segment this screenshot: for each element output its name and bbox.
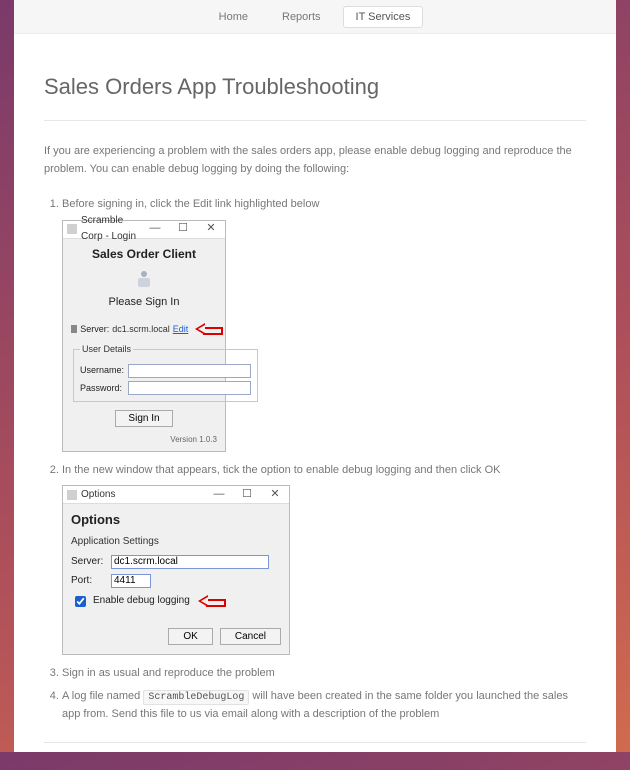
password-label: Password: — [80, 381, 124, 395]
login-body: Sales Order Client Please Sign In Server… — [63, 239, 225, 451]
options-server-label: Server: — [71, 554, 107, 570]
ok-button[interactable]: OK — [168, 628, 212, 645]
username-label: Username: — [80, 363, 124, 377]
close-icon[interactable]: ✕ — [261, 486, 289, 504]
step-1-text: Before signing in, click the Edit link h… — [62, 198, 319, 210]
login-app-title: Sales Order Client — [71, 245, 217, 264]
avatar-icon — [133, 268, 155, 290]
server-value: dc1.scrm.local — [112, 322, 170, 336]
options-port-label: Port: — [71, 573, 107, 589]
version-text: Version 1.0.3 — [71, 434, 217, 447]
page-title: Sales Orders App Troubleshooting — [44, 74, 586, 100]
page: Home Reports IT Services Sales Orders Ap… — [14, 0, 616, 752]
edit-link[interactable]: Edit — [173, 322, 189, 336]
minimize-icon[interactable]: — — [141, 220, 169, 238]
nav-home[interactable]: Home — [207, 7, 260, 27]
bottom-divider — [44, 742, 586, 743]
options-heading: Options — [71, 510, 281, 531]
step-1: Before signing in, click the Edit link h… — [62, 196, 586, 451]
password-field[interactable] — [128, 381, 251, 395]
options-window: Options — ☐ ✕ Options Application Settin… — [62, 485, 290, 654]
enable-debug-label: Enable debug logging — [93, 593, 190, 609]
options-subheading: Application Settings — [71, 534, 281, 550]
options-port-field[interactable] — [111, 574, 151, 588]
step-4-text-a: A log file named — [62, 690, 140, 702]
log-file-name: ScrambleDebugLog — [143, 690, 249, 705]
minimize-icon[interactable]: — — [205, 486, 233, 504]
highlight-arrow-icon — [195, 324, 217, 334]
top-nav: Home Reports IT Services — [14, 0, 616, 34]
server-label: Server: — [80, 322, 109, 336]
step-2-text: In the new window that appears, tick the… — [62, 464, 500, 476]
intro-text: If you are experiencing a problem with t… — [44, 143, 586, 178]
options-window-title: Options — [81, 487, 205, 503]
sign-in-button[interactable]: Sign In — [115, 410, 172, 427]
enable-debug-checkbox[interactable] — [75, 596, 86, 607]
highlight-arrow-icon — [198, 596, 226, 606]
options-body: Options Application Settings Server: Por… — [63, 504, 289, 653]
steps-list: Before signing in, click the Edit link h… — [44, 196, 586, 724]
login-titlebar: Scramble Corp - Login — ☐ ✕ — [63, 221, 225, 239]
divider — [44, 120, 586, 121]
options-titlebar: Options — ☐ ✕ — [63, 486, 289, 504]
please-sign-in: Please Sign In — [71, 294, 217, 312]
options-app-icon — [67, 490, 77, 500]
username-field[interactable] — [128, 364, 251, 378]
step-4: A log file named ScrambleDebugLog will h… — [62, 688, 586, 724]
cancel-button[interactable]: Cancel — [220, 628, 281, 645]
user-details-group: User Details Username: Password: — [73, 342, 258, 402]
login-window: Scramble Corp - Login — ☐ ✕ Sales Order … — [62, 220, 226, 452]
server-icon — [71, 325, 77, 333]
content: Sales Orders App Troubleshooting If you … — [14, 34, 616, 770]
app-icon — [67, 224, 77, 234]
maximize-icon[interactable]: ☐ — [169, 220, 197, 238]
nav-reports[interactable]: Reports — [270, 7, 333, 27]
options-server-field[interactable] — [111, 555, 269, 569]
maximize-icon[interactable]: ☐ — [233, 486, 261, 504]
close-icon[interactable]: ✕ — [197, 220, 225, 238]
user-details-legend: User Details — [80, 342, 133, 356]
server-row: Server: dc1.scrm.local Edit — [71, 322, 217, 336]
nav-it-services[interactable]: IT Services — [343, 6, 424, 28]
step-3: Sign in as usual and reproduce the probl… — [62, 665, 586, 683]
step-2: In the new window that appears, tick the… — [62, 462, 586, 655]
